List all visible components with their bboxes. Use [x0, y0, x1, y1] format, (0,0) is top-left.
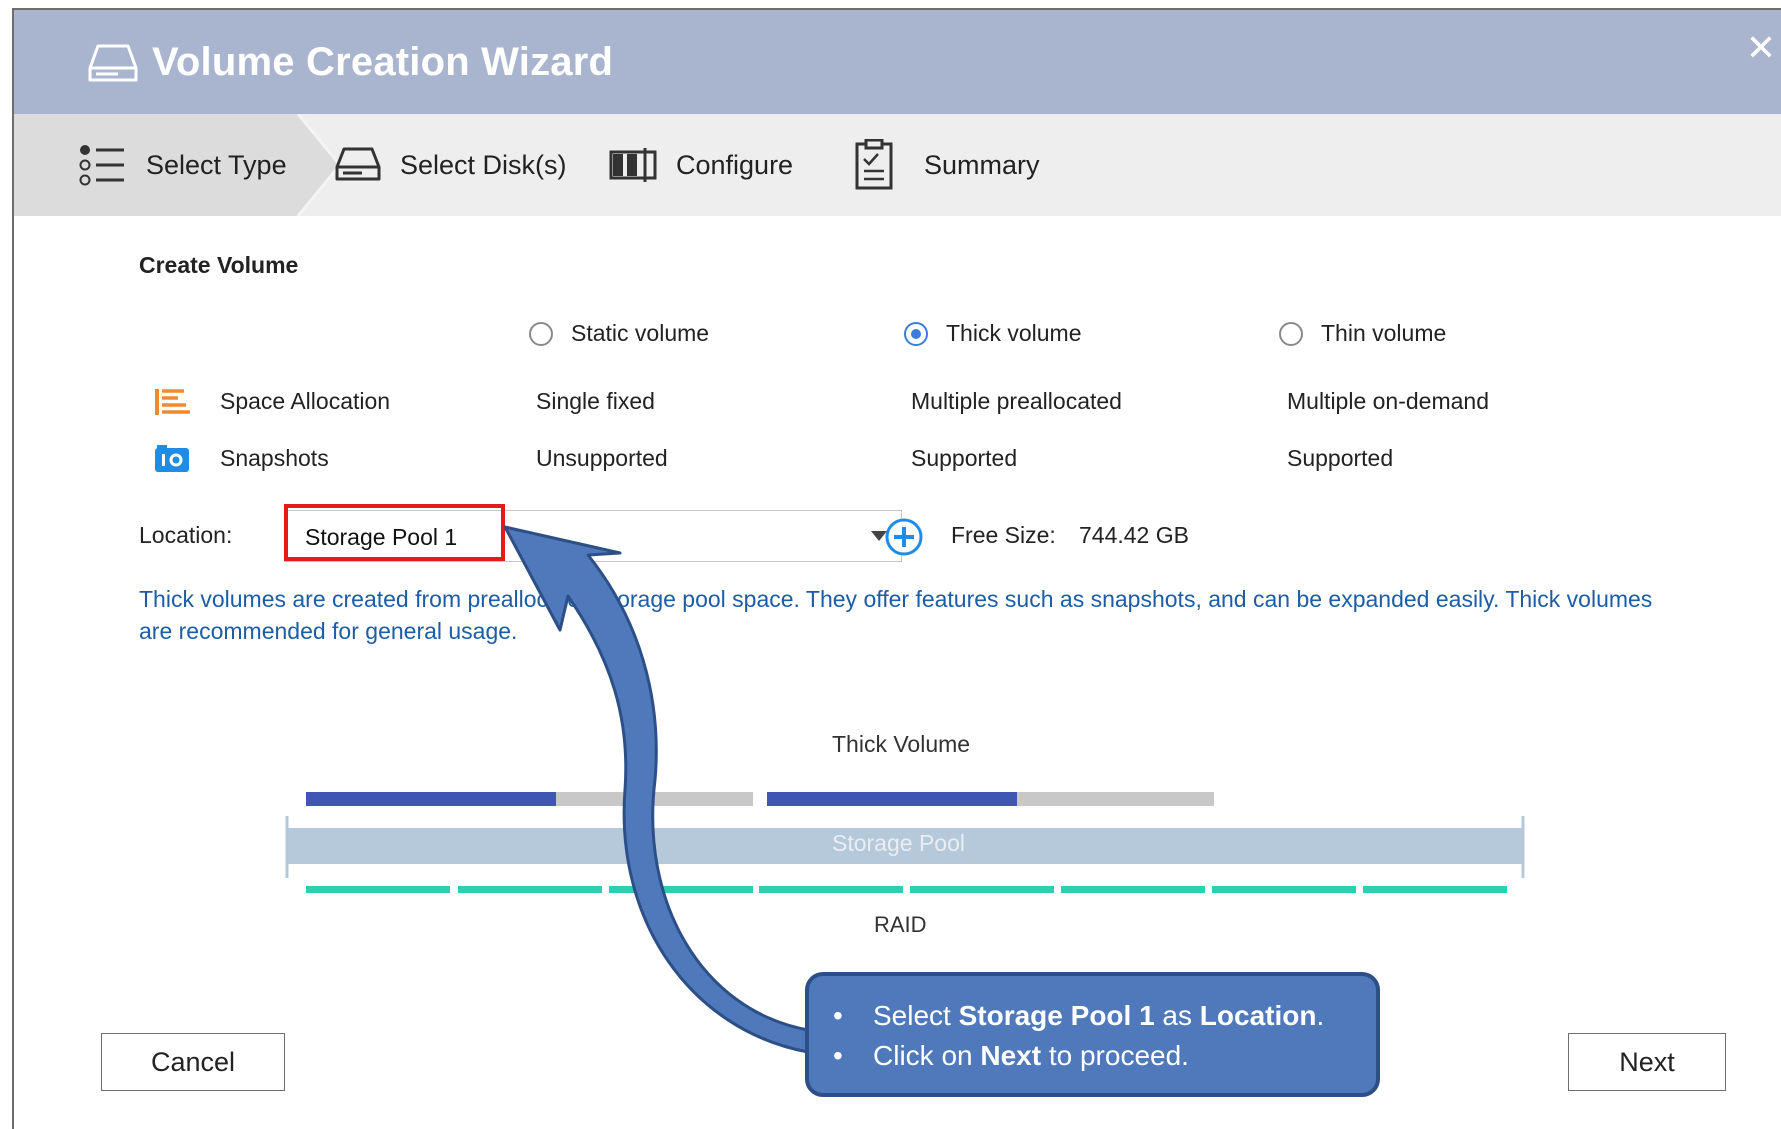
cancel-button[interactable]: Cancel	[101, 1033, 285, 1091]
raid-disk-segment	[306, 886, 450, 893]
volume-bar-used	[767, 792, 1017, 806]
raid-disk-segment	[1061, 886, 1205, 893]
raid-label: RAID	[874, 912, 927, 937]
volume-bar-free	[556, 792, 753, 806]
callout-text: Select Storage Pool 1 as Location.	[873, 1000, 1325, 1031]
callout-line: • Click on Next to proceed.	[833, 1036, 1350, 1076]
raid-disk-segment	[910, 886, 1054, 893]
instruction-callout: • Select Storage Pool 1 as Location. • C…	[805, 972, 1380, 1097]
volume-bar-free	[1017, 792, 1214, 806]
thick-volume-diagram	[285, 792, 1525, 893]
bullet: •	[833, 1000, 843, 1031]
raid-disk-segment	[609, 886, 753, 893]
raid-disk-segment	[1212, 886, 1356, 893]
storage-pool-label: Storage Pool	[832, 830, 965, 856]
bullet: •	[833, 1040, 843, 1071]
raid-disk-segment	[1363, 886, 1507, 893]
callout-line: • Select Storage Pool 1 as Location.	[833, 996, 1350, 1036]
raid-disk-segment	[759, 886, 903, 893]
next-button[interactable]: Next	[1568, 1033, 1726, 1091]
callout-text: Click on Next to proceed.	[873, 1040, 1189, 1071]
volume-bar-used	[306, 792, 556, 806]
raid-disk-segment	[458, 886, 602, 893]
wizard-window: Volume Creation Wizard ✕ Select Type Sel…	[12, 8, 1781, 1129]
